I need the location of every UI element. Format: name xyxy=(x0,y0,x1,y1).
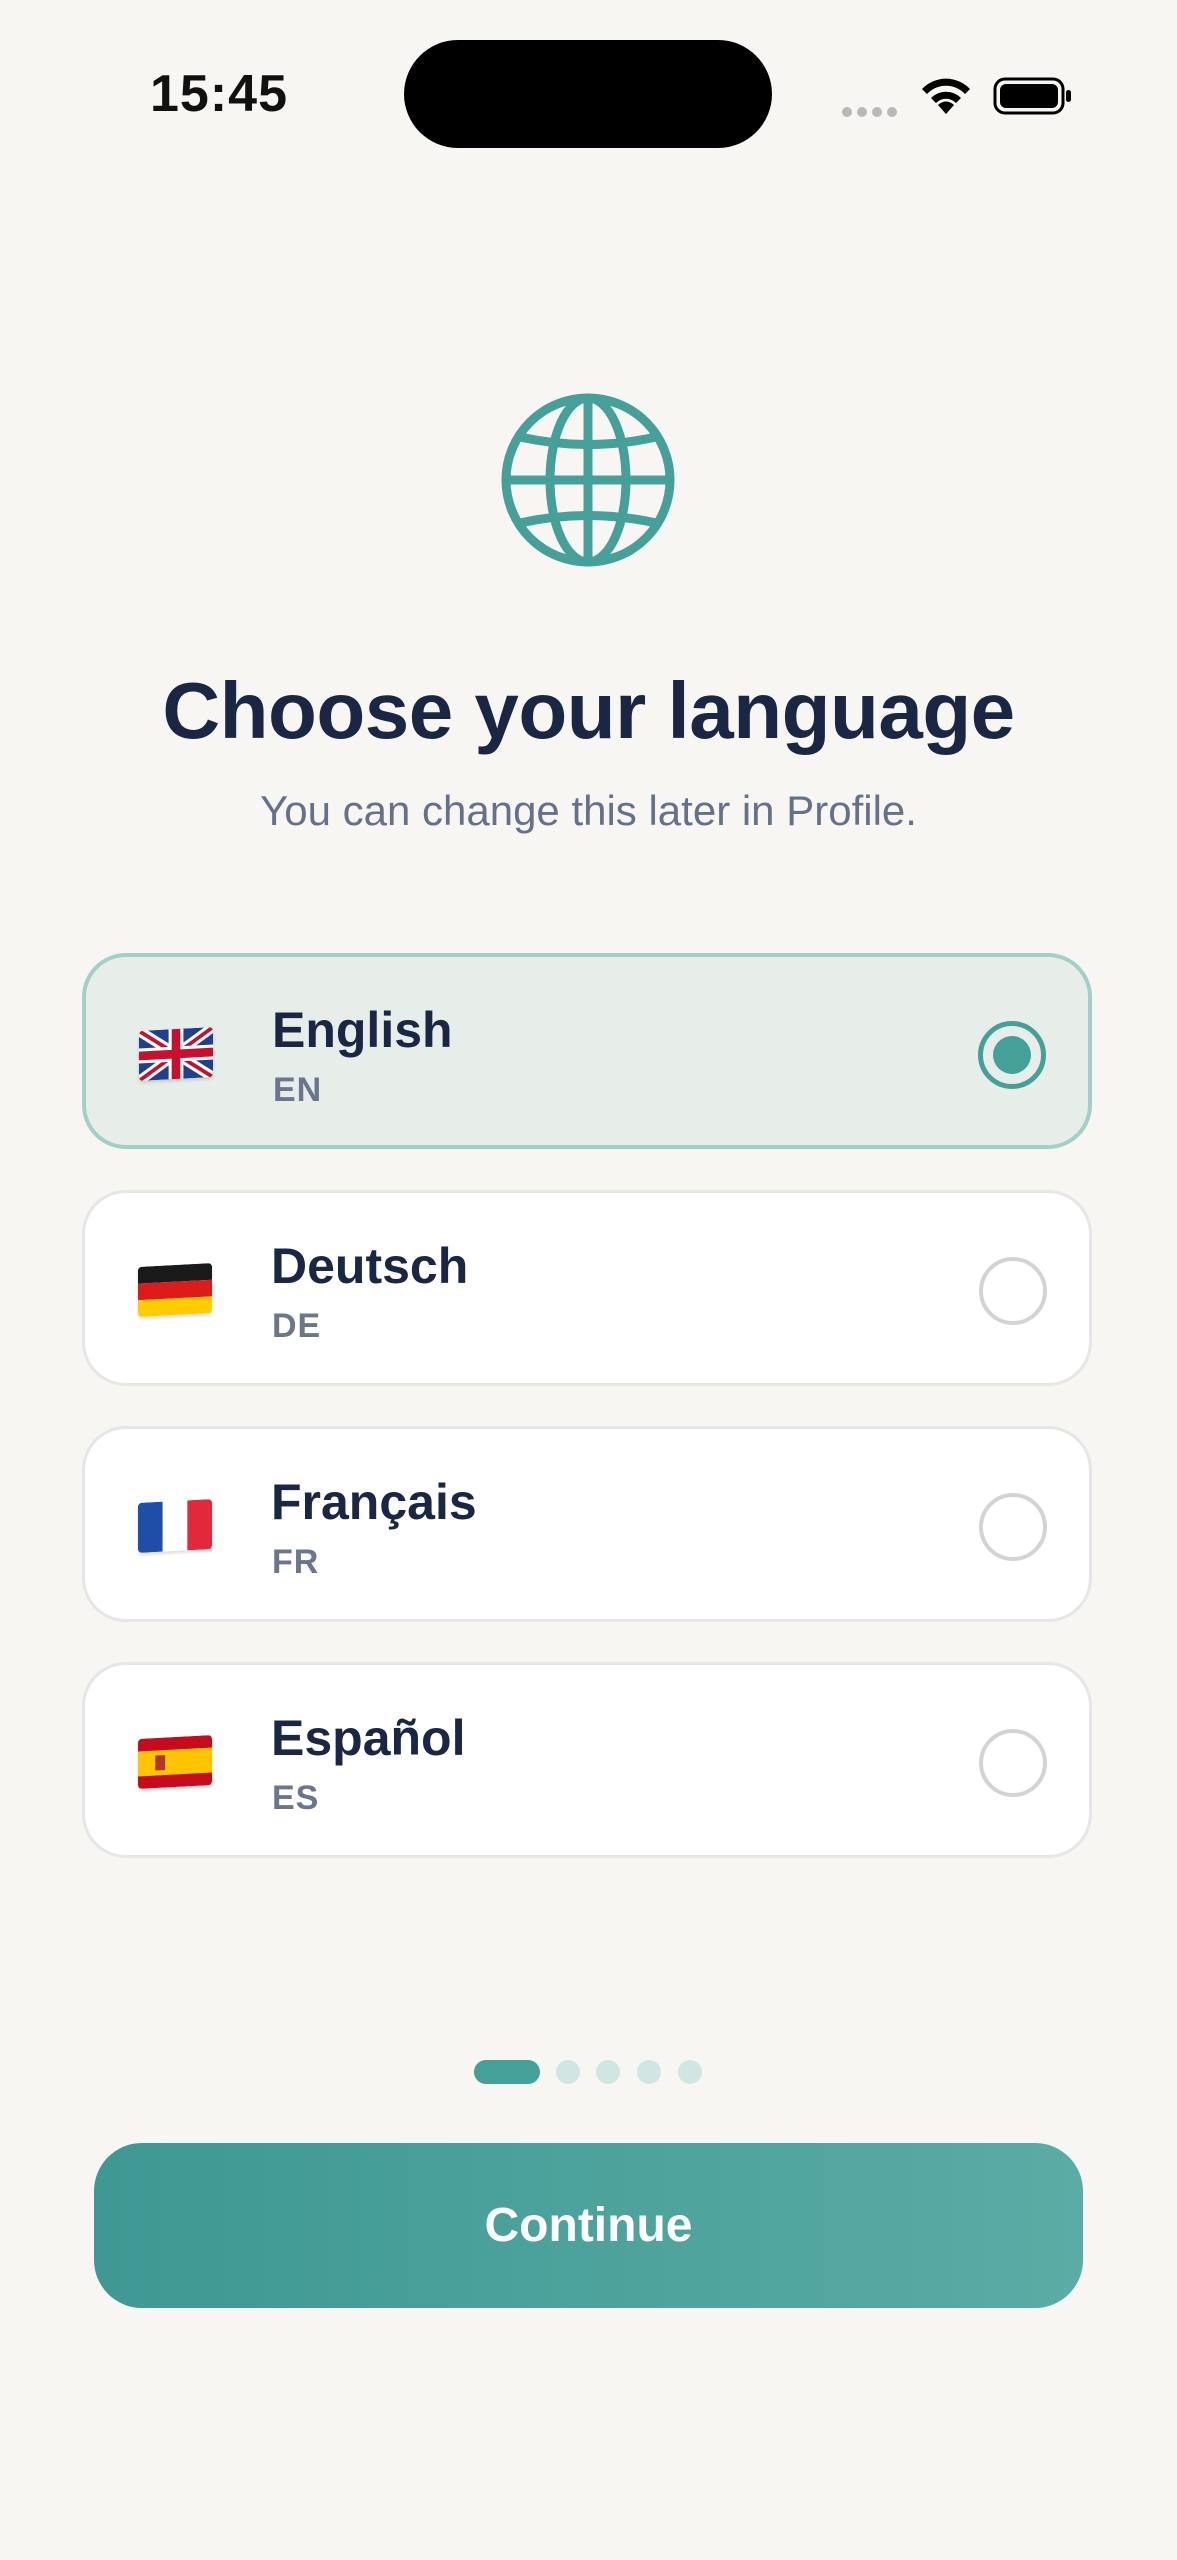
language-name: Deutsch xyxy=(271,1238,469,1294)
radio-button[interactable] xyxy=(979,1729,1047,1797)
page-title: Choose your language xyxy=(162,666,1015,755)
globe-icon xyxy=(500,392,676,568)
page-dot xyxy=(637,2060,661,2084)
radio-button[interactable] xyxy=(979,1257,1047,1325)
language-name: Français xyxy=(271,1474,477,1530)
uk-flag-icon xyxy=(139,1027,213,1081)
language-option-deutsch[interactable]: Deutsch DE xyxy=(82,1190,1092,1386)
continue-button[interactable]: Continue xyxy=(94,2143,1083,2308)
radio-button-selected[interactable] xyxy=(978,1021,1046,1089)
france-flag-icon xyxy=(138,1499,212,1553)
language-name: English xyxy=(272,1002,453,1058)
language-option-espanol[interactable]: Español ES xyxy=(82,1662,1092,1858)
language-option-francais[interactable]: Français FR xyxy=(82,1426,1092,1622)
page-dot xyxy=(556,2060,580,2084)
language-option-english[interactable]: English EN xyxy=(82,953,1092,1149)
spain-flag-icon xyxy=(138,1735,212,1789)
language-code: FR xyxy=(272,1543,320,1581)
cellular-signal-icon xyxy=(842,104,902,122)
page-subtitle: You can change this later in Profile. xyxy=(260,787,917,834)
language-code: DE xyxy=(272,1307,322,1345)
page-dot xyxy=(678,2060,702,2084)
wifi-icon xyxy=(918,74,974,116)
page-dot-active xyxy=(474,2060,540,2084)
language-code: EN xyxy=(273,1071,323,1109)
germany-flag-icon xyxy=(138,1263,212,1317)
radio-button[interactable] xyxy=(979,1493,1047,1561)
language-name: Español xyxy=(271,1710,466,1766)
status-time: 15:45 xyxy=(150,65,288,123)
language-code: ES xyxy=(272,1779,320,1817)
dynamic-island xyxy=(404,40,772,148)
page-dot xyxy=(596,2060,620,2084)
battery-icon xyxy=(993,76,1073,116)
